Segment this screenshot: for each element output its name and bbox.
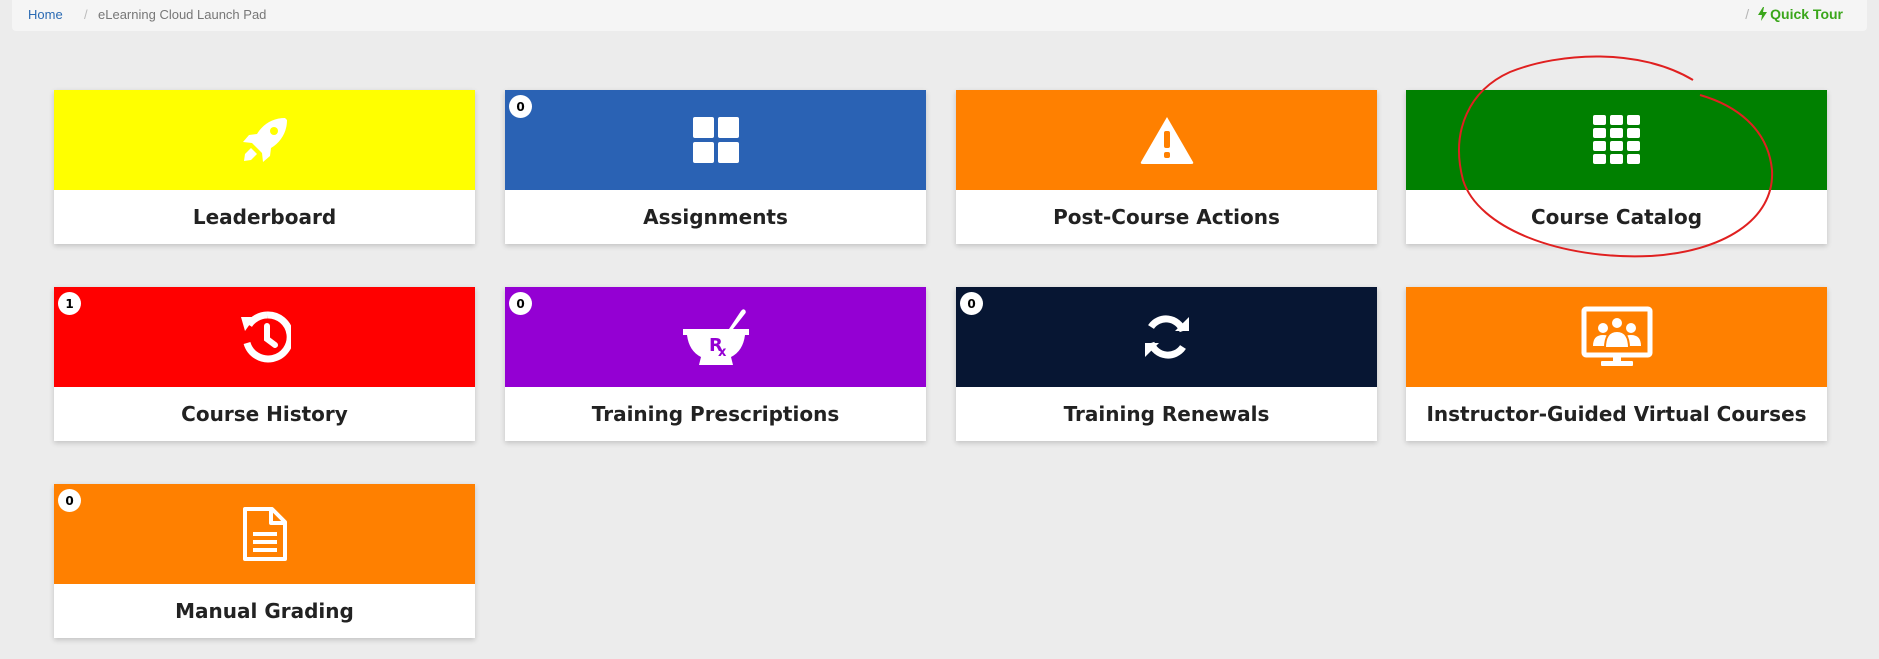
tile-training-prescriptions[interactable]: R x 0 Training Prescriptions (505, 287, 926, 441)
tile-header: R x (505, 287, 926, 387)
tile-leaderboard[interactable]: Leaderboard (54, 90, 475, 244)
tile-header (505, 90, 926, 190)
tile-header (54, 287, 475, 387)
tile-label: Leaderboard (192, 205, 337, 229)
tile-assignments[interactable]: 0 Assignments (505, 90, 926, 244)
grid-2x2-icon (692, 117, 739, 163)
tile-manual-grading[interactable]: 0 Manual Grading (54, 484, 475, 638)
virtual-classroom-icon (1581, 306, 1652, 366)
mortar-pestle-rx-icon: R x (682, 309, 749, 365)
tile-header (54, 484, 475, 584)
breadcrumb-separator: / (84, 7, 88, 22)
tile-label: Training Renewals (1063, 402, 1270, 426)
tile-training-renewals[interactable]: 0 Training Renewals (956, 287, 1377, 441)
tile-header (1406, 287, 1827, 387)
refresh-icon (1144, 315, 1189, 359)
tile-label: Training Prescriptions (591, 402, 840, 426)
lightning-bolt-icon (1758, 7, 1768, 21)
count-badge: 1 (58, 292, 81, 315)
quick-tour-label: Quick Tour (1770, 6, 1843, 22)
count-badge: 0 (509, 95, 532, 118)
tile-course-catalog[interactable]: Course Catalog (1406, 90, 1827, 244)
tile-header (956, 287, 1377, 387)
tile-label: Assignments (643, 205, 788, 229)
tile-course-history[interactable]: 1 Course History (54, 287, 475, 441)
breadcrumb: Home / eLearning Cloud Launch Pad / Quic… (12, 0, 1867, 31)
svg-text:x: x (718, 345, 727, 360)
rocket-icon (242, 118, 287, 162)
tile-label: Post-Course Actions (1053, 205, 1280, 229)
tile-instructor-guided-virtual-courses[interactable]: Instructor-Guided Virtual Courses (1406, 287, 1827, 441)
document-icon (242, 507, 287, 561)
tile-label: Course History (181, 402, 348, 426)
count-badge: 0 (509, 292, 532, 315)
tile-label: Course Catalog (1530, 205, 1703, 229)
tile-post-course-actions[interactable]: Post-Course Actions (956, 90, 1377, 244)
quick-tour-separator: / (1745, 6, 1750, 22)
tile-header (956, 90, 1377, 190)
quick-tour-link[interactable]: / Quick Tour (1745, 6, 1843, 22)
breadcrumb-current: eLearning Cloud Launch Pad (98, 7, 267, 22)
count-badge: 0 (960, 292, 983, 315)
warning-icon (1140, 117, 1193, 164)
tile-label: Instructor-Guided Virtual Courses (1426, 402, 1807, 426)
history-icon (240, 311, 291, 363)
grid-3x4-icon (1592, 115, 1640, 164)
tile-label: Manual Grading (175, 599, 354, 623)
tile-header (1406, 90, 1827, 190)
breadcrumb-home-link[interactable]: Home (28, 7, 63, 22)
tile-header (54, 90, 475, 190)
count-badge: 0 (58, 489, 81, 512)
